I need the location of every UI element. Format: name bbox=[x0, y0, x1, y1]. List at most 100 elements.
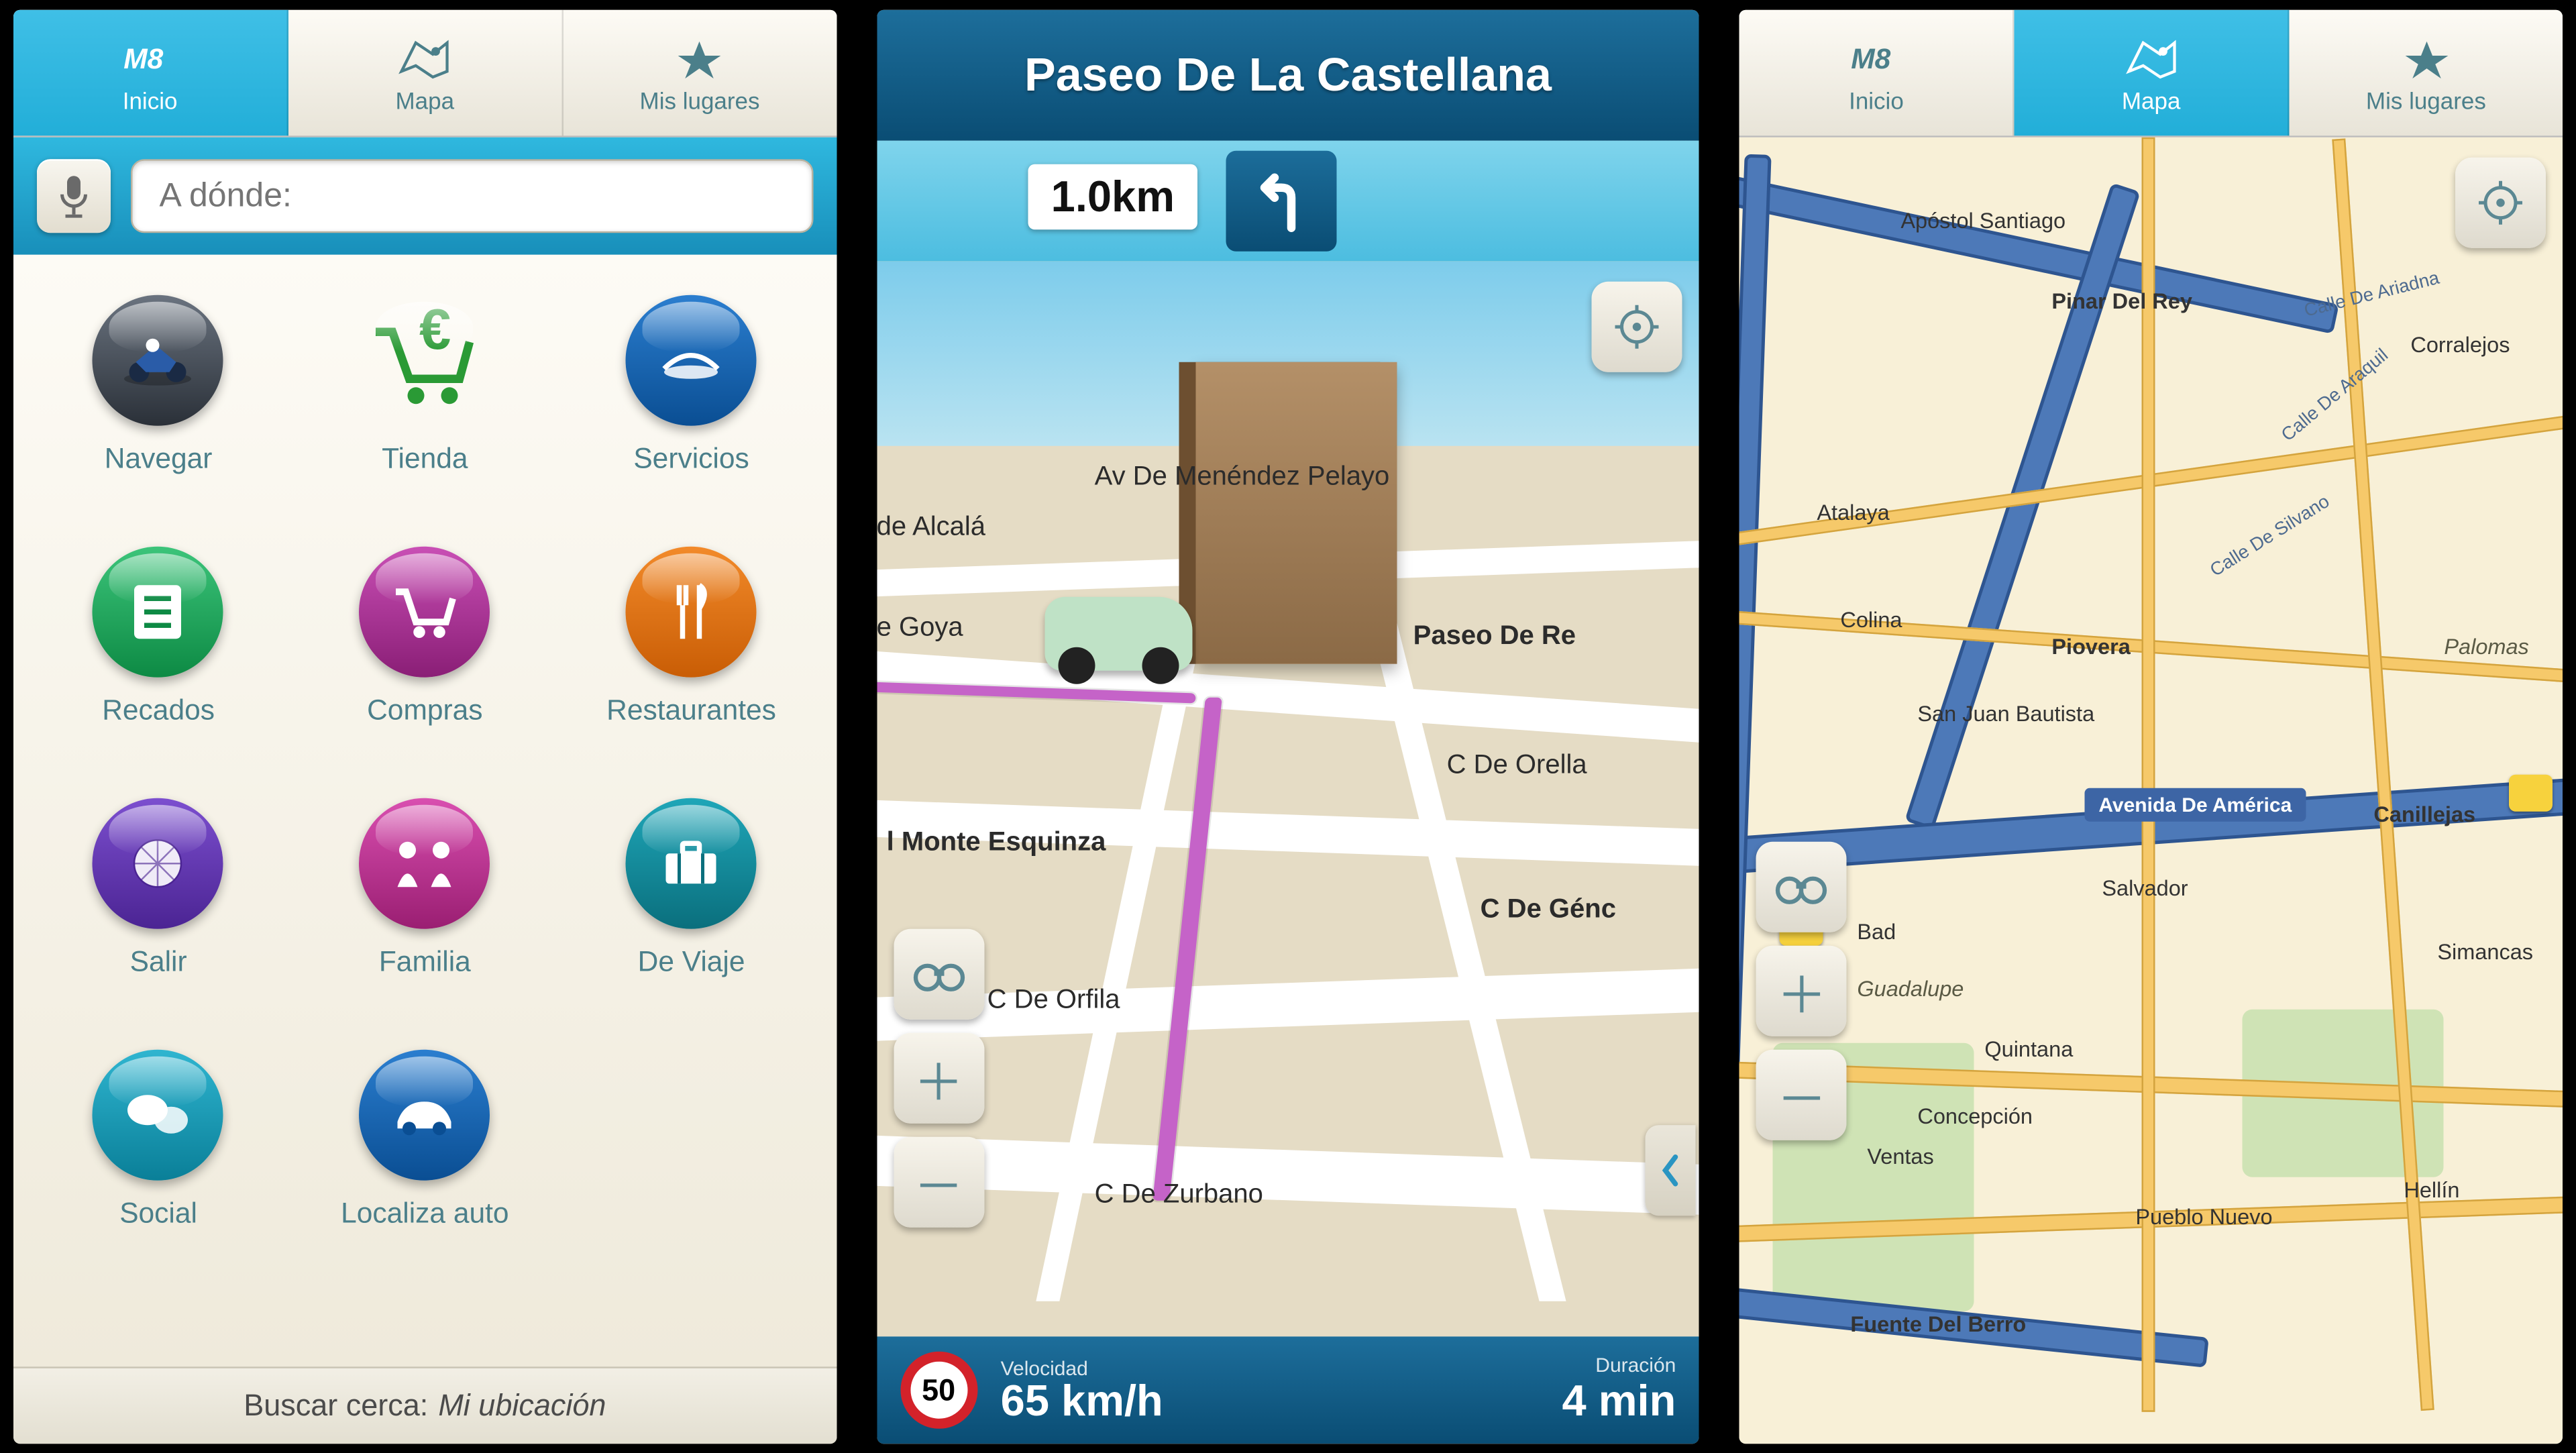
road-label: Av De Menéndez Pelayo bbox=[1095, 462, 1390, 492]
footer-location[interactable]: Buscar cerca: Mi ubicación bbox=[13, 1366, 837, 1444]
tab-mapa[interactable]: Mapa bbox=[2015, 9, 2290, 136]
road-label: e Goya bbox=[877, 613, 963, 643]
cat-recados[interactable]: Recados bbox=[34, 546, 283, 781]
road-label: l Monte Esquinza bbox=[887, 828, 1106, 858]
place-label: Pinar Del Rey bbox=[2051, 288, 2192, 313]
place-label: Fuente Del Berro bbox=[1850, 1311, 2026, 1336]
binoculars-button[interactable] bbox=[1756, 841, 1847, 932]
road-label: C De Zurbano bbox=[1095, 1180, 1263, 1210]
drawer-toggle[interactable] bbox=[1646, 1125, 1696, 1216]
tab-mis-lugares[interactable]: Mis lugares bbox=[2290, 9, 2563, 136]
search-bar bbox=[13, 137, 837, 254]
service-icon bbox=[626, 294, 757, 425]
cat-label: Recados bbox=[102, 694, 215, 727]
cat-label: Familia bbox=[379, 945, 471, 979]
screen-home: M8 Inicio Mapa Mis lugares bbox=[13, 9, 837, 1444]
car-icon bbox=[360, 1049, 490, 1180]
moto-icon bbox=[93, 294, 224, 425]
binoculars-button[interactable] bbox=[894, 928, 984, 1019]
cat-social[interactable]: Social bbox=[34, 1049, 283, 1284]
place-label: Atalaya bbox=[1817, 499, 1889, 525]
svg-text:€: € bbox=[420, 297, 451, 361]
svg-text:M8: M8 bbox=[1851, 42, 1890, 74]
highway-shield: Avenida De América bbox=[2085, 788, 2305, 821]
cat-restaurantes[interactable]: Restaurantes bbox=[566, 546, 816, 781]
cat-label: De Viaje bbox=[638, 945, 745, 979]
nav-sub-header: 1.0km bbox=[877, 140, 1700, 261]
mic-button[interactable] bbox=[37, 159, 111, 233]
star-icon bbox=[672, 32, 729, 83]
speed-readout: Velocidad 65 km/h bbox=[1001, 1358, 1163, 1421]
cat-compras[interactable]: Compras bbox=[300, 546, 549, 781]
street-label: Calle De Ariadna bbox=[2303, 268, 2443, 321]
tab-label: Inicio bbox=[1849, 86, 1904, 113]
place-label: Pueblo Nuevo bbox=[2135, 1203, 2272, 1229]
locate-button[interactable] bbox=[2455, 157, 2546, 248]
bubbles-icon bbox=[93, 1049, 224, 1180]
map-marker[interactable] bbox=[2509, 774, 2553, 811]
cat-de-viaje[interactable]: De Viaje bbox=[566, 798, 816, 1032]
zoom-in-button[interactable]: ＋ bbox=[1756, 945, 1847, 1036]
cat-salir[interactable]: Salir bbox=[34, 798, 283, 1032]
place-label: Apóstol Santiago bbox=[1900, 207, 2065, 233]
place-label: Hellín bbox=[2404, 1177, 2459, 1202]
star-icon bbox=[2398, 32, 2455, 83]
building-3d bbox=[1195, 362, 1397, 663]
zoom-out-button[interactable]: － bbox=[894, 1136, 984, 1227]
nav-footer: 50 Velocidad 65 km/h Duración 4 min bbox=[877, 1336, 1700, 1444]
cat-servicios[interactable]: Servicios bbox=[566, 294, 816, 529]
place-label: Canillejas bbox=[2373, 801, 2475, 826]
place-label: Guadalupe bbox=[1857, 975, 1964, 1001]
map-icon bbox=[396, 32, 453, 83]
locate-button[interactable] bbox=[1592, 281, 1682, 372]
search-input[interactable] bbox=[131, 159, 813, 233]
place-label: Colina bbox=[1840, 606, 1902, 632]
cat-navegar[interactable]: Navegar bbox=[34, 294, 283, 529]
road-label: C De Génc bbox=[1481, 895, 1616, 925]
cat-label: Social bbox=[119, 1197, 197, 1230]
screen-navigation: Paseo De La Castellana 1.0km Av De Menén… bbox=[877, 9, 1700, 1444]
nav-car bbox=[1044, 596, 1192, 670]
cat-label: Servicios bbox=[633, 442, 749, 476]
svg-text:M8: M8 bbox=[124, 42, 164, 74]
place-label: Corralejos bbox=[2410, 331, 2510, 357]
nav-street: Paseo De La Castellana bbox=[1024, 48, 1552, 102]
tab-label: Mapa bbox=[396, 86, 455, 113]
tab-label: Inicio bbox=[123, 86, 178, 113]
road-label: Paseo De Re bbox=[1413, 622, 1576, 652]
logo-icon: M8 bbox=[121, 32, 178, 83]
map-2d[interactable]: Apóstol Santiago Pinar Del Rey Corralejo… bbox=[1739, 137, 2563, 1444]
street-label: Calle De Silvano bbox=[2208, 492, 2334, 581]
speed-limit-sign: 50 bbox=[900, 1351, 977, 1428]
suitcase-icon bbox=[626, 798, 757, 928]
zoom-in-button[interactable]: ＋ bbox=[894, 1032, 984, 1123]
duration-readout: Duración 4 min bbox=[1562, 1355, 1676, 1425]
tab-inicio[interactable]: M8 Inicio bbox=[13, 9, 288, 136]
fork-knife-icon bbox=[626, 546, 757, 677]
place-label: Bad bbox=[1857, 918, 1896, 944]
zoom-out-button[interactable]: － bbox=[1756, 1049, 1847, 1140]
tab-label: Mis lugares bbox=[640, 86, 760, 113]
tab-label: Mis lugares bbox=[2366, 86, 2486, 113]
logo-icon: M8 bbox=[1847, 32, 1904, 83]
top-tabs: M8 Inicio Mapa Mis lugares bbox=[13, 9, 837, 137]
road-label: de Alcalá bbox=[877, 513, 985, 543]
footer-value: Mi ubicación bbox=[438, 1388, 606, 1423]
cat-tienda[interactable]: € Tienda bbox=[300, 294, 549, 529]
tab-mapa[interactable]: Mapa bbox=[288, 9, 564, 136]
cat-label: Tienda bbox=[382, 442, 468, 476]
screen-map: M8 Inicio Mapa Mis lugares bbox=[1739, 9, 2563, 1444]
tab-inicio[interactable]: M8 Inicio bbox=[1739, 9, 2015, 136]
cat-label: Salir bbox=[130, 945, 187, 979]
street-label: Calle De Araquil bbox=[2279, 345, 2393, 445]
cat-localiza-auto[interactable]: Localiza auto bbox=[300, 1049, 549, 1284]
tab-mis-lugares[interactable]: Mis lugares bbox=[563, 9, 836, 136]
cat-familia[interactable]: Familia bbox=[300, 798, 549, 1032]
place-label: Concepción bbox=[1917, 1103, 2033, 1128]
map-3d[interactable]: Av De Menéndez Pelayo de Alcalá e Goya P… bbox=[877, 261, 1700, 1336]
cat-label: Restaurantes bbox=[606, 694, 776, 727]
family-icon bbox=[360, 798, 490, 928]
place-label: Quintana bbox=[1984, 1036, 2073, 1061]
top-tabs: M8 Inicio Mapa Mis lugares bbox=[1739, 9, 2563, 137]
turn-left-icon bbox=[1226, 150, 1336, 251]
